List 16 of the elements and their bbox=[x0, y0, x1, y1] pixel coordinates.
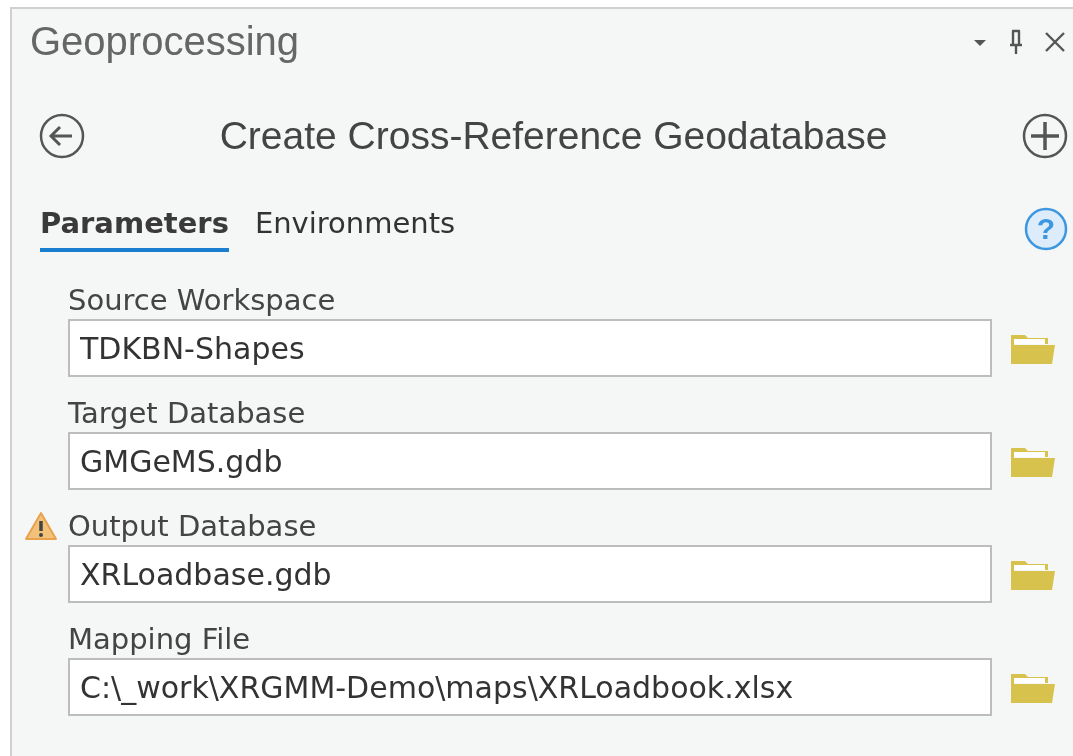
pin-icon[interactable] bbox=[1007, 28, 1025, 55]
back-icon[interactable] bbox=[38, 112, 86, 160]
close-icon[interactable] bbox=[1043, 29, 1067, 54]
input-field[interactable]: TDKBN-Shapes bbox=[68, 319, 992, 377]
pane-title: Geoprocessing bbox=[30, 19, 300, 64]
input-field[interactable]: GMGeMS.gdb bbox=[68, 432, 992, 490]
tool-title: Create Cross-Reference Geodatabase bbox=[219, 114, 888, 158]
tab[interactable]: Environments bbox=[254, 206, 456, 252]
tab[interactable]: Parameters bbox=[40, 206, 229, 252]
parameter-label: Output Database bbox=[68, 508, 317, 545]
parameter-label: Target Database bbox=[68, 395, 306, 432]
input-field[interactable]: XRLoadbase.gdb bbox=[68, 545, 992, 603]
parameter-label: Source Workspace bbox=[68, 282, 336, 319]
parameter-label: Mapping File bbox=[68, 621, 251, 658]
input-field[interactable]: C:\_work\XRGMM-Demo\maps\XRLoadbook.xlsx bbox=[68, 658, 992, 716]
add-icon[interactable] bbox=[1021, 112, 1069, 160]
